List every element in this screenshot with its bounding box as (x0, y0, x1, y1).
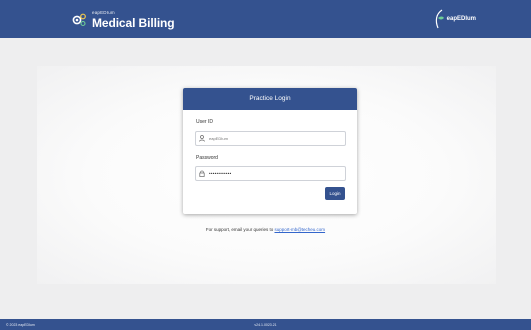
leaf-logo-icon (435, 9, 444, 29)
gear-icon (71, 12, 87, 28)
brand-subtitle: eapEDIum (92, 10, 115, 16)
password-field-wrapper (195, 166, 346, 181)
password-input[interactable] (207, 171, 339, 176)
footer-version: v24.1.0023.21 (254, 323, 277, 327)
support-text: For support, email your queries to (205, 227, 274, 232)
user-icon (196, 132, 207, 145)
partner-logo-text: eapEDIum (446, 16, 476, 22)
user-id-field-wrapper (195, 131, 346, 146)
lock-icon (196, 167, 207, 180)
support-email-link[interactable]: support-mb@techeu.com (274, 227, 325, 232)
footer-bar: © 2023 eapEDIum v24.1.0023.21 (0, 319, 531, 330)
brand-logo[interactable]: eapEDIum Medical Billing (71, 7, 175, 33)
login-title: Practice Login (183, 88, 357, 110)
brand-title: Medical Billing (92, 15, 175, 30)
password-label: Password (196, 155, 218, 161)
login-button[interactable]: Login (325, 187, 345, 200)
user-id-input[interactable] (207, 136, 339, 141)
partner-logo: eapEDIum (433, 9, 476, 29)
top-navigation-bar: eapEDIum Medical Billing eapEDIum (0, 0, 531, 38)
support-message: For support, email your queries to suppo… (0, 227, 531, 232)
login-card: Practice Login User ID Password Login (183, 88, 357, 214)
user-id-label: User ID (196, 119, 213, 125)
